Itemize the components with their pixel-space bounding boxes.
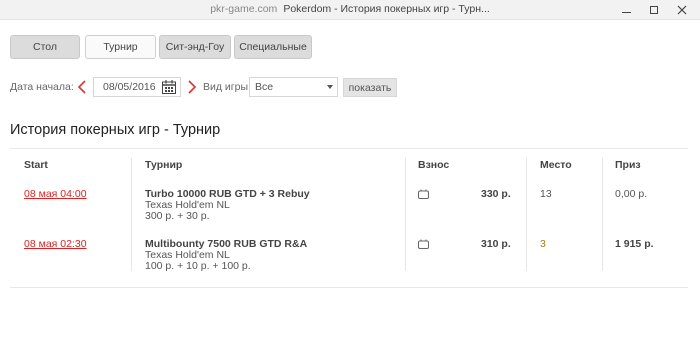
row-prize: 0,00 р. [615, 188, 648, 200]
row-start-link[interactable]: 08 мая 02:30 [24, 238, 87, 250]
chevron-right-icon [188, 80, 197, 94]
page-title: История покерных игр - Турнир [10, 122, 221, 138]
column-header-buyin: Взнос [418, 159, 450, 171]
row-place: 13 [540, 188, 552, 200]
chevron-down-icon [327, 85, 333, 89]
row-fee: 310 р. [481, 238, 511, 250]
row-buyin-detail: 300 р. + 30 р. [145, 210, 210, 222]
next-date-button[interactable] [186, 79, 198, 95]
row-prize: 1 915 р. [615, 238, 654, 250]
window-title: pkr-game.com Pokerdom - История покерных … [0, 3, 700, 15]
calendar-icon [162, 80, 176, 94]
column-header-place: Место [540, 159, 572, 171]
column-divider [602, 158, 603, 271]
table-divider-top [10, 148, 688, 149]
filter-bar: Дата начала: 08/05/2016 Вид игры: Все по… [10, 77, 690, 97]
row-place: 3 [540, 238, 546, 250]
game-type-label: Вид игры: [203, 81, 251, 93]
tab-sit-and-go[interactable]: Сит-энд-Гоу [159, 35, 231, 59]
wallet-icon [418, 239, 429, 249]
calendar-button[interactable] [161, 79, 177, 95]
game-type-select[interactable]: Все [249, 77, 338, 97]
row-start-link[interactable]: 08 мая 04:00 [24, 188, 87, 200]
tab-tournament[interactable]: Турнир [85, 35, 156, 59]
row-buyin-detail: 100 р. + 10 р. + 100 р. [145, 260, 251, 272]
wallet-icon [418, 189, 429, 199]
window-domain: pkr-game.com [210, 3, 278, 15]
column-divider [131, 158, 132, 271]
column-divider [526, 158, 527, 271]
prev-date-button[interactable] [76, 79, 88, 95]
column-header-tournament: Турнир [145, 159, 183, 171]
date-label: Дата начала: [10, 81, 74, 93]
date-value: 08/05/2016 [103, 81, 156, 93]
column-header-start: Start [24, 159, 48, 171]
maximize-button[interactable] [640, 0, 668, 20]
close-button[interactable] [668, 0, 696, 20]
table-divider-bottom [10, 287, 688, 288]
game-type-value: Все [255, 81, 274, 93]
chevron-left-icon [77, 80, 86, 94]
window-titlebar: pkr-game.com Pokerdom - История покерных … [0, 0, 700, 20]
minimize-icon [621, 11, 631, 13]
show-button[interactable]: показать [343, 78, 397, 97]
close-icon [677, 5, 687, 15]
column-header-prize: Приз [615, 159, 641, 171]
column-divider [405, 158, 406, 271]
minimize-button[interactable] [612, 0, 640, 20]
window-title-text: Pokerdom - История покерных игр - Турн..… [283, 3, 490, 15]
tab-special[interactable]: Специальные [234, 35, 312, 59]
tab-table[interactable]: Стол [10, 35, 80, 59]
history-table: Start Турнир Взнос Место Приз 08 мая 04:… [10, 148, 688, 288]
maximize-icon [650, 6, 658, 14]
row-fee: 330 р. [481, 188, 511, 200]
